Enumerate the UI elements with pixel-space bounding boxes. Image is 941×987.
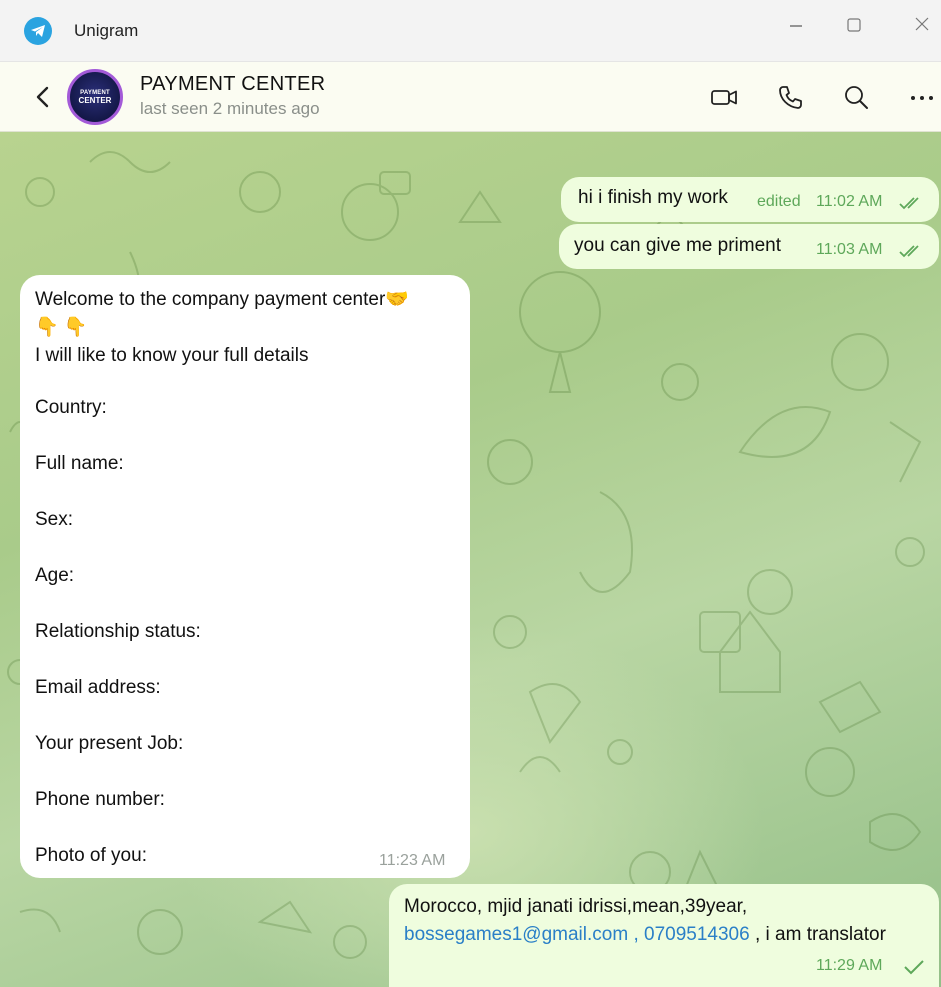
form-fields-list: Country: Full name: Sex: Age: Relationsh… (35, 397, 201, 901)
message-line: Morocco, mjid janati idrissi,mean,39year… (404, 896, 748, 917)
message-time: 11:02 AM (816, 193, 883, 210)
search-icon[interactable] (842, 83, 870, 111)
message-line: bossegames1@gmail.com , 0709514306 , i a… (404, 921, 886, 949)
message-bubble-outgoing[interactable]: Morocco, mjid janati idrissi,mean,39year… (389, 884, 939, 987)
form-field-label: Sex: (35, 509, 74, 530)
avatar[interactable]: PAYMENT CENTER (67, 69, 123, 125)
form-field-label: Country: (35, 397, 107, 418)
form-field-label: Age: (35, 565, 75, 586)
form-field-label: Phone number: (35, 789, 165, 810)
more-icon[interactable] (908, 83, 936, 111)
read-ticks-icon (899, 197, 919, 210)
message-text: you can give me priment (574, 235, 781, 256)
minimize-button[interactable] (780, 12, 812, 40)
video-call-icon[interactable] (710, 83, 738, 111)
phone-link[interactable]: 0709514306 (644, 924, 750, 945)
window-titlebar: Unigram (0, 0, 941, 62)
message-time: 11:23 AM (379, 852, 446, 869)
sent-tick-icon (904, 960, 924, 975)
message-tail-text: , i am translator (749, 924, 886, 945)
message-bubble-outgoing[interactable]: hi i finish my work edited 11:02 AM (561, 177, 939, 222)
message-text: hi i finish my work (578, 187, 728, 208)
read-ticks-icon (899, 245, 919, 258)
emoji-line: 👇 👇 (35, 317, 88, 338)
form-field-label: Photo of you: (35, 845, 147, 866)
message-line: Welcome to the company payment center🤝 (35, 289, 409, 310)
form-field-label: Email address: (35, 677, 161, 698)
message-text: Morocco, mjid janati idrissi,mean,39year… (404, 893, 886, 949)
chat-status: last seen 2 minutes ago (140, 99, 320, 118)
chat-header: PAYMENT CENTER PAYMENT CENTER last seen … (0, 62, 941, 132)
close-button[interactable] (906, 12, 938, 40)
message-time: 11:29 AM (816, 957, 883, 974)
email-link[interactable]: bossegames1@gmail.com (404, 924, 628, 945)
message-time: 11:03 AM (816, 241, 883, 258)
maximize-button[interactable] (838, 12, 870, 40)
chat-background: hi i finish my work edited 11:02 AM you … (0, 132, 941, 987)
chat-title[interactable]: PAYMENT CENTER (140, 73, 325, 96)
edited-label: edited (757, 193, 801, 210)
message-line: I will like to know your full details (35, 345, 309, 366)
separator-text: , (628, 924, 645, 945)
avatar-text-line2: CENTER (78, 95, 112, 105)
form-field-label: Full name: (35, 453, 124, 474)
back-arrow-icon[interactable] (30, 84, 56, 110)
phone-icon[interactable] (776, 83, 804, 111)
form-field-label: Relationship status: (35, 621, 201, 642)
message-bubble-incoming[interactable]: Welcome to the company payment center🤝 👇… (20, 275, 470, 878)
message-text: Welcome to the company payment center🤝 👇… (35, 286, 409, 370)
telegram-logo-icon (24, 17, 52, 45)
app-title: Unigram (74, 21, 139, 40)
form-field-label: Your present Job: (35, 733, 184, 754)
message-bubble-outgoing[interactable]: you can give me priment 11:03 AM (559, 224, 939, 269)
